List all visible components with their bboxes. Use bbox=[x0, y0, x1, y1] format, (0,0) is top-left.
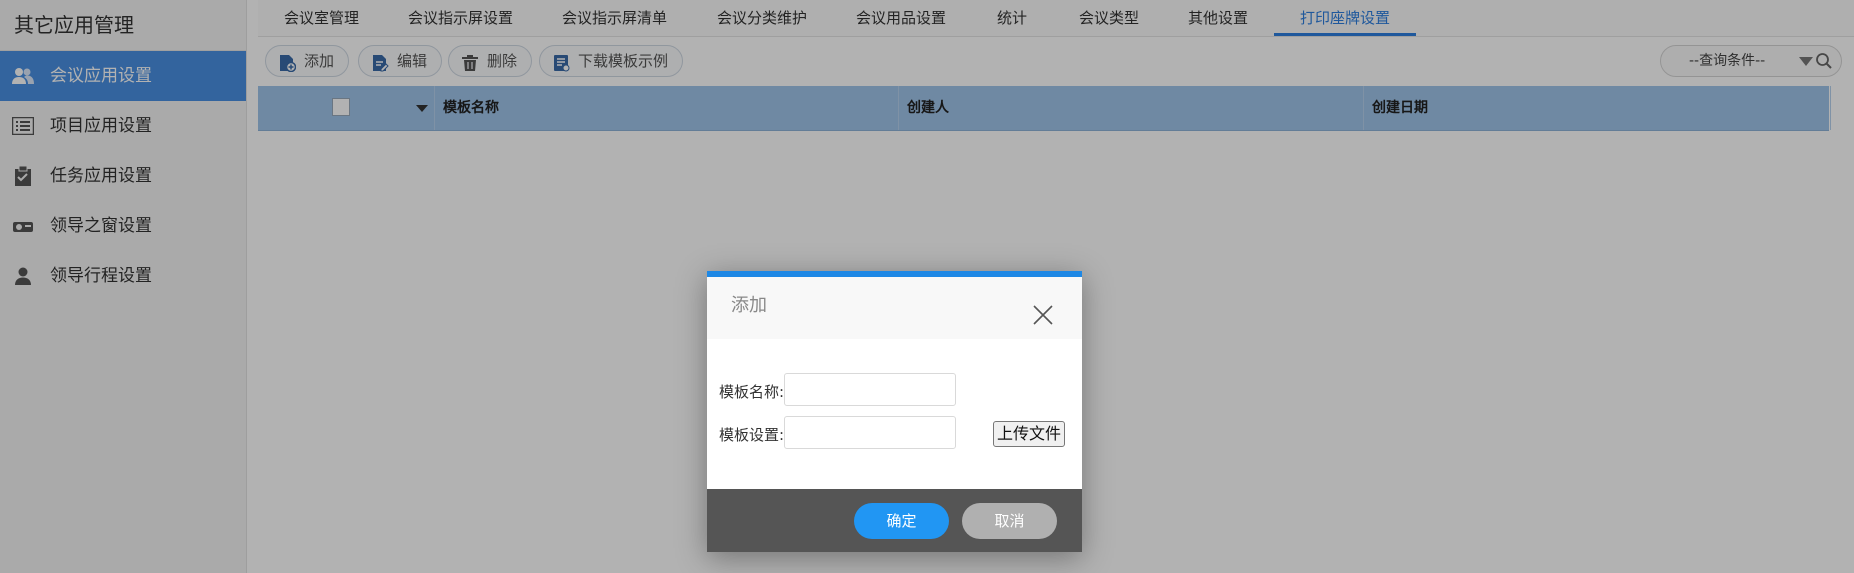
dialog-header: 添加 bbox=[707, 277, 1082, 339]
close-icon[interactable] bbox=[1032, 304, 1054, 326]
template-setting-input[interactable] bbox=[784, 416, 956, 449]
template-setting-label: 模板设置: bbox=[719, 426, 785, 444]
dialog-footer: 确定 取消 bbox=[707, 489, 1082, 552]
confirm-button[interactable]: 确定 bbox=[854, 503, 949, 539]
cancel-button[interactable]: 取消 bbox=[962, 503, 1057, 539]
upload-file-button[interactable]: 上传文件 bbox=[993, 421, 1066, 447]
template-setting-row: 模板设置: 上传文件 bbox=[719, 416, 1069, 452]
add-template-dialog: 添加 模板名称: 模板设置: 上传文件 确定 取消 bbox=[707, 271, 1082, 552]
template-name-input[interactable] bbox=[784, 373, 956, 406]
dialog-title: 添加 bbox=[731, 295, 767, 316]
template-name-row: 模板名称: bbox=[719, 373, 1069, 409]
template-name-label: 模板名称: bbox=[719, 383, 785, 401]
